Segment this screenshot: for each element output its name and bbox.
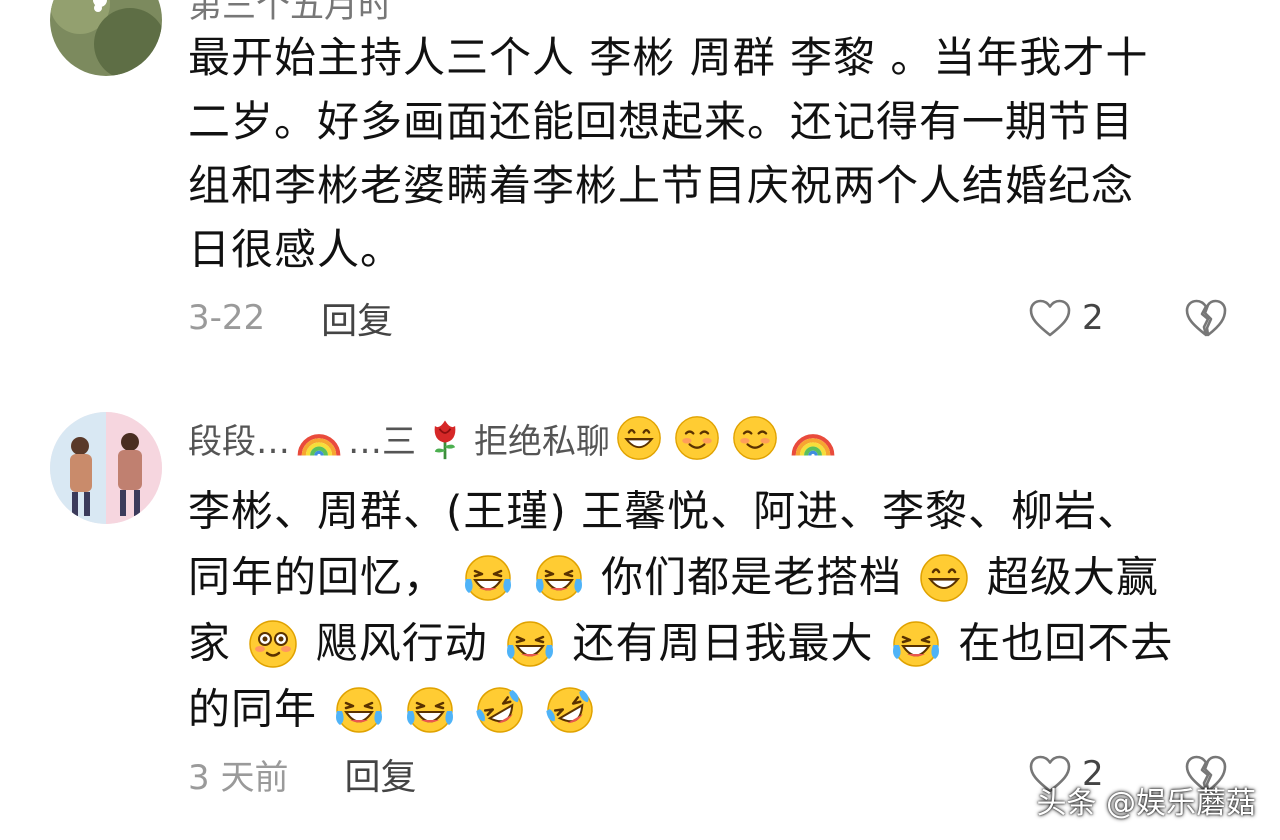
comment-meta: 3 天前 回复 (188, 752, 416, 798)
rolling-on-floor-laughing-emoji (545, 685, 595, 735)
rainbow-emoji (296, 415, 342, 461)
timestamp: 3 天前 (188, 757, 289, 798)
smiling-face-emoji (732, 415, 778, 461)
face-with-tears-of-joy-emoji (463, 553, 513, 603)
username[interactable]: 段段… …三 拒绝私聊 (188, 412, 842, 464)
username-text: 段段… (188, 421, 290, 462)
reply-button[interactable]: 回复 (321, 292, 393, 344)
face-with-tears-of-joy-emoji (505, 619, 555, 669)
comment-text-line: 二岁。好多画面还能回想起来。还记得有一期节目 (188, 97, 1135, 146)
timestamp: 3-22 (188, 298, 266, 338)
face-with-tears-of-joy-emoji (534, 553, 584, 603)
rose-emoji (422, 415, 468, 461)
face-with-tears-of-joy-emoji (891, 619, 941, 669)
comment-text: 李彬、周群、(王瑾) 王馨悦、阿进、李黎、柳岩、 同年的回忆， 你们都是老搭档 … (188, 476, 1228, 740)
like-button[interactable]: 2 (1028, 298, 1104, 338)
rainbow-emoji (790, 415, 836, 461)
flushed-face-emoji (248, 619, 298, 669)
avatar[interactable] (50, 412, 162, 524)
username-text: …三 (348, 421, 416, 462)
comment-text-line: 组和李彬老婆瞒着李彬上节目庆祝两个人结婚纪念 (188, 161, 1135, 210)
comment-text-line: 日很感人。 (188, 225, 404, 274)
dislike-button[interactable] (1184, 298, 1228, 342)
face-with-tears-of-joy-emoji (405, 685, 455, 735)
username[interactable]: 第三个五月时 (188, 0, 392, 27)
face-with-tears-of-joy-emoji (334, 685, 384, 735)
heart-outline-icon (1028, 298, 1072, 338)
comment-text-line: 家 飓风行动 还有周日我最大 在也回不去 (188, 618, 1174, 669)
grinning-face-emoji (616, 415, 662, 461)
comment-text: 最开始主持人三个人 李彬 周群 李黎 。当年我才十 二岁。好多画面还能回想起来。… (188, 26, 1228, 282)
comment-text-line: 最开始主持人三个人 李彬 周群 李黎 。当年我才十 (188, 33, 1149, 82)
like-count: 2 (1082, 298, 1104, 338)
comment-text-line: 李彬、周群、(王瑾) 王馨悦、阿进、李黎、柳岩、 (188, 486, 1141, 536)
comment-text-line: 的同年 (188, 674, 1228, 740)
smiling-face-emoji (674, 415, 720, 461)
avatar[interactable] (50, 0, 162, 76)
broken-heart-icon (1184, 298, 1228, 338)
grinning-face-emoji (919, 553, 969, 603)
username-text: 拒绝私聊 (474, 421, 610, 462)
comment-text-line: 同年的回忆， 你们都是老搭档 超级大赢 (188, 552, 1159, 603)
rolling-on-floor-laughing-emoji (475, 685, 525, 735)
reply-button[interactable]: 回复 (344, 748, 416, 800)
comment-meta: 3-22 回复 (188, 296, 393, 342)
watermark: 头条 @娱乐蘑菇 (1036, 786, 1256, 821)
